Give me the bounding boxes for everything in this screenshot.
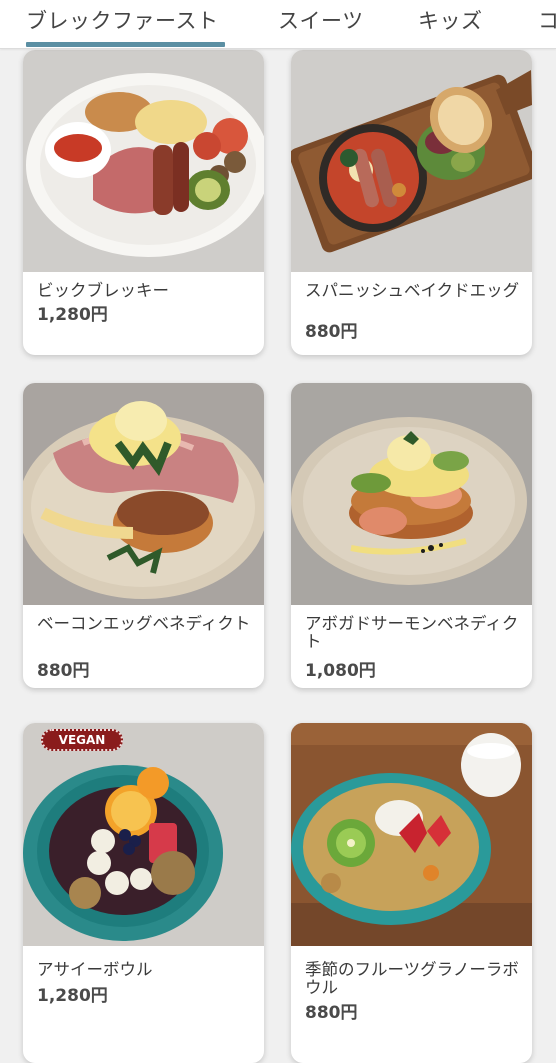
tab-sweets[interactable]: スイーツ [278, 6, 364, 36]
menu-card-big-brekkie[interactable]: ビックブレッキー 1,280円 [23, 50, 264, 355]
menu-card-spanish-baked-egg[interactable]: スパニッシュベイクドエッグ 880円 [291, 50, 532, 355]
fruit-granola-bowl-photo [291, 723, 532, 946]
menu-card-fruit-granola-bowl[interactable]: 季節のフルーツグラノーラボウル 880円 [291, 723, 532, 1063]
item-price: 1,280円 [37, 986, 108, 1006]
selected-tab-indicator [26, 42, 225, 47]
menu-card-avocado-salmon-benedict[interactable]: アボガドサーモンベネディクト 1,080円 [291, 383, 532, 688]
tab-breakfast[interactable]: ブレックファースト [26, 6, 218, 36]
item-name: スパニッシュベイクドエッグ [305, 281, 520, 300]
big-brekkie-photo [23, 50, 264, 272]
spanish-baked-egg-photo [291, 50, 532, 272]
item-price: 1,080円 [305, 661, 376, 681]
menu-card-acai-bowl[interactable]: VEGAN アサイーボウル 1,280円 [23, 723, 264, 1063]
item-price: 1,280円 [37, 305, 108, 325]
tab-partial[interactable]: コ [538, 6, 556, 36]
item-price: 880円 [305, 1003, 358, 1023]
category-tab-bar: ブレックファースト スイーツ キッズ コ [0, 0, 556, 49]
item-price: 880円 [37, 661, 90, 681]
item-name: 季節のフルーツグラノーラボウル [305, 960, 519, 997]
vegan-badge: VEGAN [41, 729, 123, 751]
menu-card-bacon-egg-benedict[interactable]: ベーコンエッグベネディクト 880円 [23, 383, 264, 688]
item-name: ベーコンエッグベネディクト [37, 614, 251, 633]
item-name: アサイーボウル [37, 960, 153, 979]
menu-grid: ビックブレッキー 1,280円 スパニッシュベイクドエッグ 880円 ベーコンエ… [0, 48, 556, 1063]
item-name: ビックブレッキー [37, 281, 169, 300]
bacon-egg-benedict-photo [23, 383, 264, 605]
tab-kids[interactable]: キッズ [418, 6, 483, 36]
item-name: アボガドサーモンベネディクト [305, 614, 519, 651]
avocado-salmon-benedict-photo [291, 383, 532, 605]
acai-bowl-photo [23, 723, 264, 946]
item-price: 880円 [305, 322, 358, 342]
